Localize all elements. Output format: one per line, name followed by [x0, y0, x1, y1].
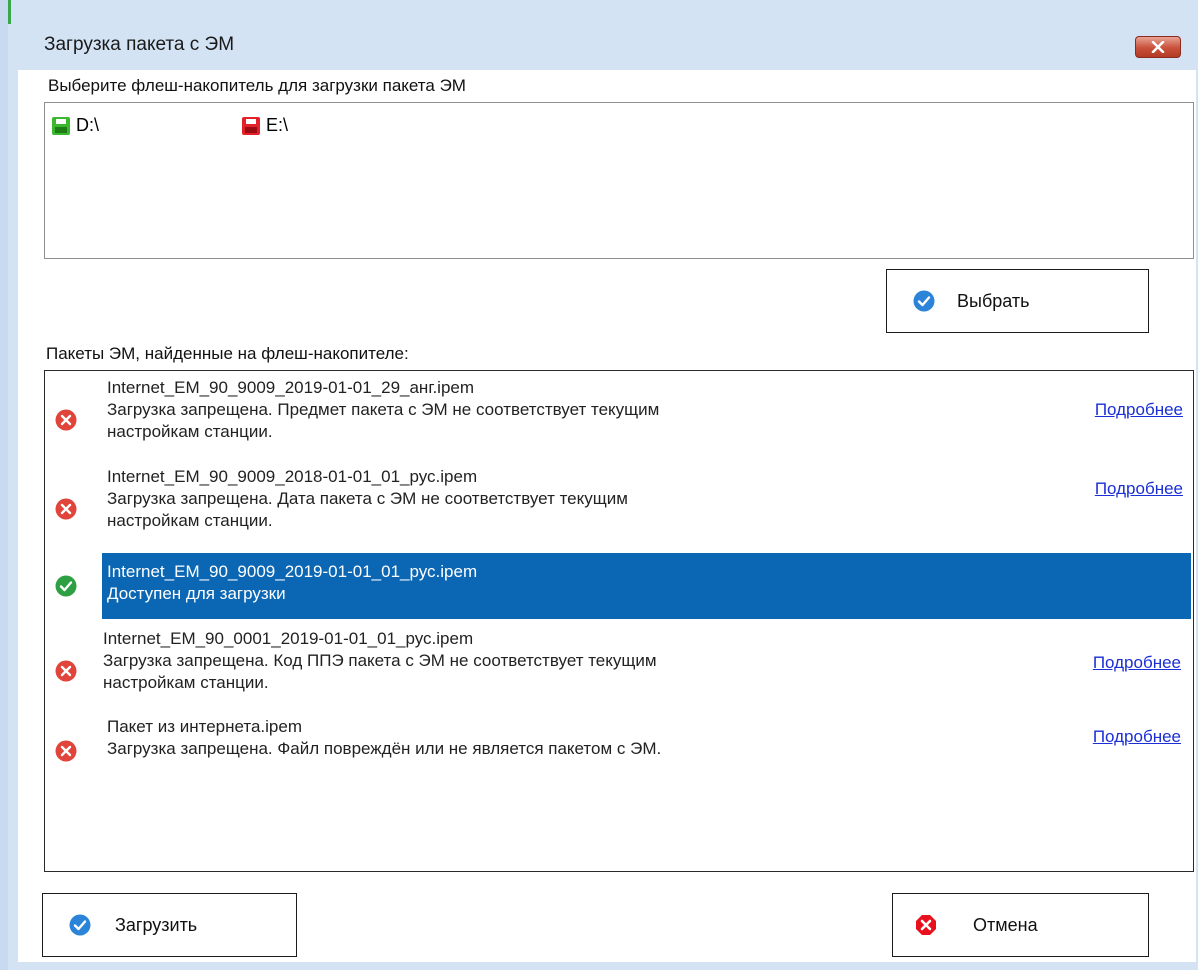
drive-item-e[interactable]: E:\ [241, 115, 288, 136]
package-filename: Пакет из интернета.ipem [107, 717, 303, 736]
details-link[interactable]: Подробнее [1095, 400, 1183, 420]
success-icon [55, 575, 77, 597]
package-status-text: Загрузка запрещена. Файл повреждён или н… [107, 739, 662, 758]
window-title: Загрузка пакета с ЭМ [44, 34, 235, 55]
error-icon [55, 740, 77, 762]
cancel-button-label: Отмена [973, 914, 1038, 935]
package-status-text-cont: настройкам станции. [107, 422, 273, 441]
close-icon [1151, 41, 1165, 53]
package-status-text-cont: настройкам станции. [103, 673, 269, 692]
drives-list[interactable]: D:\ E:\ [44, 102, 1194, 259]
details-link[interactable]: Подробнее [1093, 653, 1181, 673]
details-link[interactable]: Подробнее [1093, 727, 1181, 747]
list-item-text: Internet_EM_90_0001_2019-01-01_01_рус.ip… [103, 628, 657, 694]
error-icon [55, 498, 77, 520]
drive-item-d[interactable]: D:\ [51, 115, 99, 136]
list-item-text: Internet_EM_90_9009_2019-01-01_01_рус.ip… [107, 561, 477, 605]
details-link[interactable]: Подробнее [1095, 479, 1183, 499]
packages-label: Пакеты ЭМ, найденные на флеш-накопителе: [46, 344, 409, 363]
floppy-disk-icon [52, 116, 70, 135]
floppy-disk-icon [242, 116, 260, 135]
package-filename: Internet_EM_90_9009_2018-01-01_01_рус.ip… [107, 467, 478, 486]
package-status-text: Загрузка запрещена. Код ППЭ пакета с ЭМ … [103, 651, 657, 670]
check-icon [913, 290, 935, 312]
frame-accent [8, 0, 11, 24]
list-item-text: Internet_EM_90_9009_2018-01-01_01_рус.ip… [107, 466, 628, 532]
list-item-text: Internet_EM_90_9009_2019-01-01_29_анг.ip… [107, 377, 659, 443]
load-button-label: Загрузить [115, 914, 198, 935]
package-status-text-cont: настройкам станции. [107, 511, 273, 530]
list-item-selected[interactable]: Internet_EM_90_9009_2019-01-01_01_рус.ip… [45, 553, 1191, 619]
cancel-icon [916, 915, 936, 935]
package-status-text: Загрузка запрещена. Предмет пакета с ЭМ … [107, 400, 660, 419]
drives-label: Выберите флеш-накопитель для загрузки па… [48, 76, 466, 95]
list-item[interactable]: Internet_EM_90_9009_2019-01-01_29_анг.ip… [45, 377, 1191, 461]
error-icon [55, 660, 77, 682]
package-filename: Internet_EM_90_0001_2019-01-01_01_рус.ip… [103, 629, 474, 648]
select-button-label: Выбрать [957, 290, 1030, 311]
list-item[interactable]: Пакет из интернета.ipem Загрузка запреще… [45, 716, 1191, 778]
select-button[interactable]: Выбрать [886, 269, 1149, 333]
package-filename: Internet_EM_90_9009_2019-01-01_01_рус.ip… [107, 562, 478, 581]
package-status-text: Доступен для загрузки [107, 584, 286, 603]
error-icon [55, 409, 77, 431]
list-item-text: Пакет из интернета.ipem Загрузка запреще… [107, 716, 661, 760]
package-filename: Internet_EM_90_9009_2019-01-01_29_анг.ip… [107, 378, 475, 397]
close-button[interactable] [1135, 36, 1181, 58]
load-button[interactable]: Загрузить [42, 893, 297, 957]
package-status-text: Загрузка запрещена. Дата пакета с ЭМ не … [107, 489, 628, 508]
list-item[interactable]: Internet_EM_90_9009_2018-01-01_01_рус.ip… [45, 466, 1191, 550]
drive-label-e: E:\ [266, 115, 289, 135]
dialog-client-area: Выберите флеш-накопитель для загрузки па… [18, 70, 1196, 962]
packages-list[interactable]: Internet_EM_90_9009_2019-01-01_29_анг.ip… [44, 370, 1194, 872]
cancel-button[interactable]: Отмена [892, 893, 1149, 957]
drive-label-d: D:\ [76, 115, 100, 135]
window-frame: Загрузка пакета с ЭМ Выберите флеш-накоп… [0, 0, 1198, 970]
list-item[interactable]: Internet_EM_90_0001_2019-01-01_01_рус.ip… [45, 628, 1191, 712]
check-icon [69, 914, 91, 936]
